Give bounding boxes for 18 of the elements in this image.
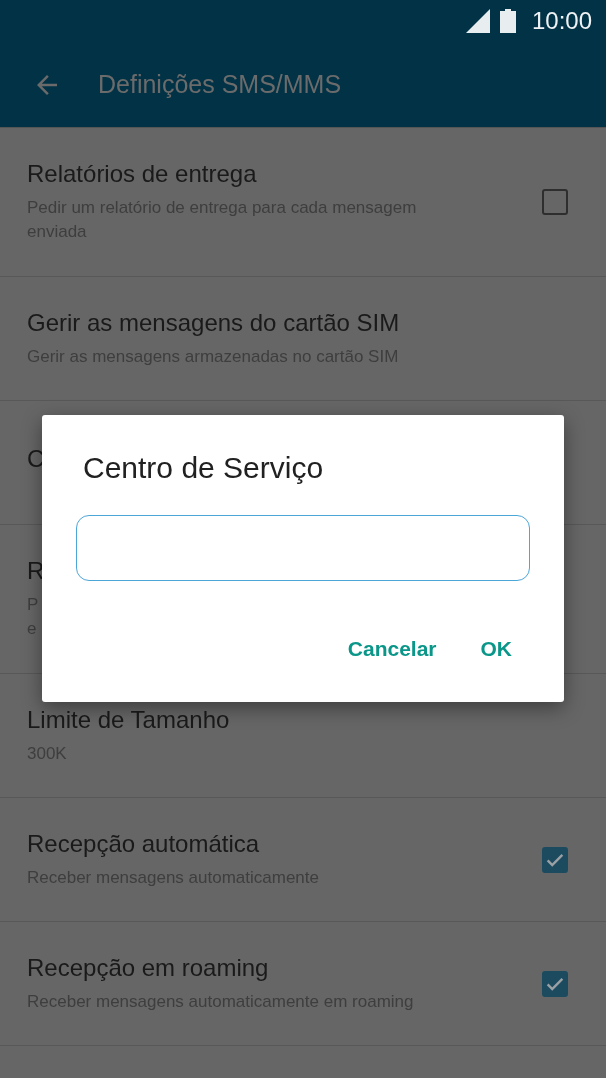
item-title: R [27,557,45,585]
dialog-title: Centro de Serviço [83,451,325,485]
item-title: Recepção em roaming [27,953,269,982]
item-title: C [27,444,45,473]
item-title: Relatórios de entrega [27,160,257,188]
item-title: Gerir as mensagens do cartão SIM [27,308,400,337]
screen-title: Definições SMS/MMS [98,70,342,99]
input-field[interactable] [76,515,530,581]
signal-icon [465,9,490,33]
item-title: Recepção automática [27,829,260,858]
checkbox[interactable] [542,970,568,997]
checkbox[interactable] [542,846,568,873]
cancel-button[interactable]: Cancelar [339,631,445,667]
battery-icon [499,9,516,33]
item-title: Limite de Tamanho [27,705,230,734]
ok-button[interactable]: OK [472,631,520,667]
clock-text: 10:00 [531,7,592,35]
checkbox[interactable] [542,189,568,215]
